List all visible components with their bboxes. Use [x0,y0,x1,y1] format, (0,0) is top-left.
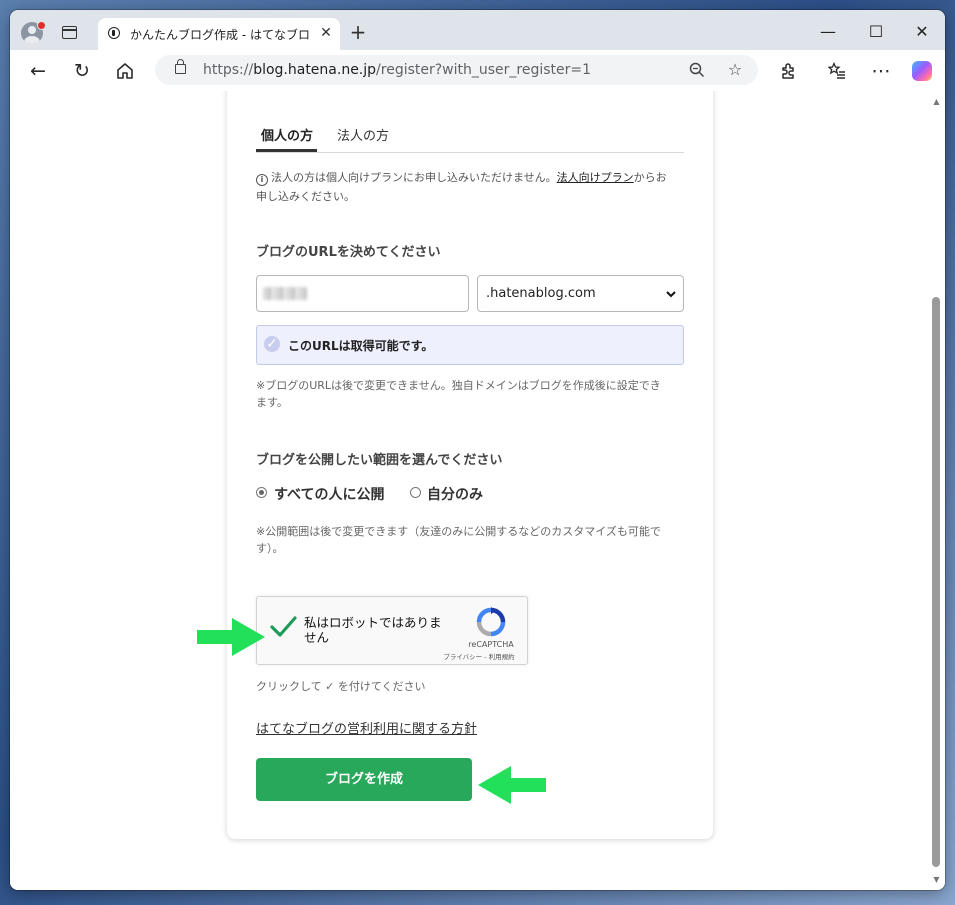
scroll-thumb[interactable] [932,297,940,867]
home-icon[interactable] [110,56,140,86]
browser-tab-active[interactable]: かんたんブログ作成 - はてなブログ ✕ [98,18,340,50]
copilot-icon[interactable] [912,61,932,81]
recaptcha-hint: クリックして ✓ を付けてください [256,680,426,693]
radio-public-label[interactable]: すべての人に公開 [274,484,384,504]
registration-card: 個人の方 法人の方 i 法人の方は個人向けプランにお申し込みいただけません。法人向… [227,91,713,839]
lock-icon[interactable] [175,59,186,74]
address-bar[interactable]: https://blog.hatena.ne.jp/register?with_… [155,55,758,85]
info-icon: i [256,174,268,186]
close-window-button[interactable]: ✕ [899,18,945,46]
url-section-title: ブログのURLを決めてください [256,245,441,260]
tab-close-icon[interactable]: ✕ [318,24,334,42]
favorites-list-icon[interactable] [822,56,852,86]
create-blog-button[interactable]: ブログを作成 [256,758,472,801]
notification-dot [37,21,46,30]
refresh-icon[interactable]: ↻ [67,56,97,86]
scroll-up-arrow-icon[interactable]: ▲ [932,97,941,106]
more-menu-icon[interactable]: ⋯ [866,56,896,86]
corporate-plan-link[interactable]: 法人向けプラン [557,171,634,184]
browser-window: かんたんブログ作成 - はてなブログ ✕ + — ☐ ✕ ← ↻ https:/… [10,10,945,890]
maximize-button[interactable]: ☐ [853,18,899,46]
chevron-down-icon [665,284,677,304]
minimize-button[interactable]: — [805,18,851,46]
recaptcha-label: 私はロボットではありません [304,615,442,645]
corporate-notice: i 法人の方は個人向けプランにお申し込みいただけません。法人向けプランからお申し込… [256,171,667,203]
tab-actions-icon[interactable] [62,26,77,39]
blog-subdomain-input[interactable] [256,275,469,312]
tab-corporate[interactable]: 法人の方 [337,125,389,144]
recaptcha-privacy-terms-links[interactable]: プライバシー - 利用規約 [435,651,523,661]
commercial-use-policy-link[interactable]: はてなブログの営利利用に関する方針 [256,718,477,737]
zoom-icon[interactable] [685,58,709,82]
tab-individual[interactable]: 個人の方 [261,125,313,144]
visibility-note: ※公開範囲は後で変更できます（友達のみに公開するなどのカスタマイズも可能です）。 [256,525,661,555]
url-text: https://blog.hatena.ne.jp/register?with_… [203,62,592,78]
blurred-subdomain [263,287,307,300]
tab-strip: かんたんブログ作成 - はてなブログ ✕ + — ☐ ✕ [10,10,945,50]
vertical-scrollbar[interactable]: ▲ ▼ [928,91,945,890]
radio-public[interactable] [256,487,267,498]
domain-select-value: .hatenablog.com [486,286,596,301]
extensions-icon[interactable] [773,56,803,86]
url-available-message: ✓ このURLは取得可能です。 [256,325,684,365]
available-text: このURLは取得可能です。 [288,339,434,353]
url-note: ※ブログのURLは後で変更できません。独自ドメインはブログを作成後に設定できます… [256,379,661,409]
recaptcha-brand: reCAPTCHA [468,640,514,649]
annotation-arrow-left-icon [478,766,546,804]
recaptcha-widget: 私はロボットではありません reCAPTCHA プライバシー - 利用規約 [256,596,528,665]
new-tab-button[interactable]: + [346,20,370,44]
visibility-section-title: ブログを公開したい範囲を選んでください [256,453,503,468]
recaptcha-checkbox[interactable] [269,613,297,641]
active-tab-indicator [256,149,317,152]
hatena-favicon-icon [108,27,120,39]
annotation-arrow-right-icon [197,618,265,656]
tab-title: かんたんブログ作成 - はてなブログ [130,28,310,42]
back-arrow-icon[interactable]: ← [23,56,53,86]
account-type-tabs: 個人の方 法人の方 [256,121,684,153]
recaptcha-logo-icon [476,607,506,637]
radio-private-label[interactable]: 自分のみ [427,484,483,504]
check-icon: ✓ [264,336,280,352]
domain-select[interactable]: .hatenablog.com [477,275,684,312]
browser-toolbar: ← ↻ https://blog.hatena.ne.jp/register?w… [10,50,945,92]
favorite-star-icon[interactable]: ☆ [723,58,747,82]
radio-private[interactable] [410,487,421,498]
scroll-down-arrow-icon[interactable]: ▼ [932,875,941,884]
